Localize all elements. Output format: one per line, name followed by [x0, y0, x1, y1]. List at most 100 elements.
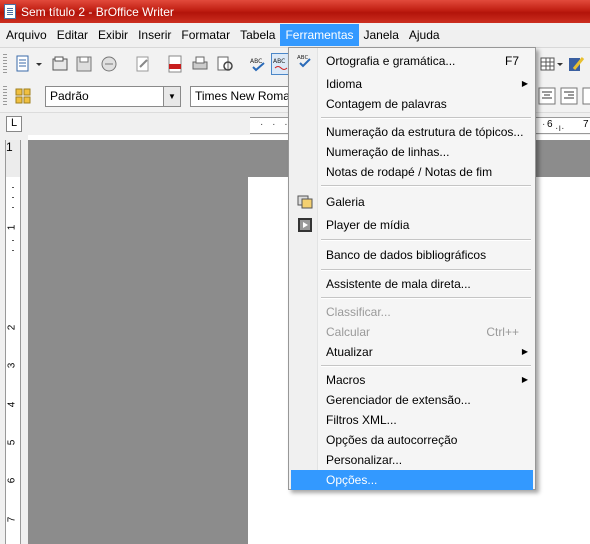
align-right-icon[interactable] — [560, 87, 578, 105]
menu-janela[interactable]: Janela — [359, 24, 404, 46]
menu-item-autocorrect-options[interactable]: Opções da autocorreção — [291, 430, 533, 450]
vertical-ruler-margin: 1 — [5, 140, 21, 177]
menu-item-footnotes-endnotes[interactable]: Notas de rodapé / Notas de fim — [291, 162, 533, 182]
menu-exibir[interactable]: Exibir — [93, 24, 133, 46]
menu-arquivo[interactable]: Arquivo — [1, 24, 52, 46]
menu-item-label: Personalizar... — [326, 453, 403, 467]
table-dropdown-icon[interactable] — [556, 55, 564, 73]
menu-item-label: Notas de rodapé / Notas de fim — [326, 165, 493, 179]
menu-editar[interactable]: Editar — [52, 24, 93, 46]
save-icon[interactable] — [75, 55, 93, 73]
menu-item-label: Numeração da estrutura de tópicos... — [326, 125, 524, 139]
menu-item-label: Opções da autocorreção — [326, 433, 458, 447]
edit-file-icon[interactable] — [134, 55, 152, 73]
menu-item-outline-numbering[interactable]: Numeração da estrutura de tópicos... — [291, 122, 533, 142]
menu-separator — [321, 239, 531, 241]
toolbar-grip-icon[interactable] — [3, 54, 7, 74]
ruler-tick — [12, 187, 14, 188]
menu-item-label: Calcular — [326, 325, 371, 339]
menu-item-label: Ortografia e gramática... — [326, 54, 456, 68]
print-icon[interactable] — [191, 55, 209, 73]
ruler-label: 1 — [6, 224, 18, 231]
ruler-tick — [12, 197, 14, 198]
menu-inserir[interactable]: Inserir — [133, 24, 176, 46]
show-draw-functions-icon[interactable] — [568, 55, 586, 73]
menu-item-gallery[interactable]: Galeria — [291, 192, 533, 212]
menu-separator — [321, 185, 531, 187]
ruler-label: 6 — [6, 477, 18, 484]
menu-item-word-count[interactable]: Contagem de palavras — [291, 94, 533, 114]
menu-item-label: Classificar... — [326, 305, 391, 319]
font-name-combo[interactable]: Times New Roma — [190, 86, 300, 107]
open-icon[interactable] — [51, 55, 69, 73]
submenu-arrow-icon: ▶ — [521, 375, 528, 384]
new-document-icon[interactable] — [14, 55, 32, 73]
ruler-label: 7 — [583, 119, 589, 130]
menu-item-update[interactable]: Atualizar ▶ — [291, 342, 533, 362]
export-pdf-icon[interactable] — [166, 55, 184, 73]
menu-item-customize[interactable]: Personalizar... — [291, 450, 533, 470]
spellcheck-toolbar-icon[interactable]: ABC — [249, 55, 267, 73]
menu-tabela[interactable]: Tabela — [235, 24, 280, 46]
menu-separator — [321, 117, 531, 119]
menu-item-extension-manager[interactable]: Gerenciador de extensão... — [291, 390, 533, 410]
menu-item-label: Filtros XML... — [326, 413, 397, 427]
title-bar: Sem título 2 - BrOffice Writer — [0, 0, 590, 23]
vertical-ruler[interactable]: 1 2 3 4 5 6 7 — [5, 177, 21, 544]
ruler-ticks: ·ı· — [555, 123, 565, 134]
menu-item-shortcut: F7 — [504, 54, 519, 68]
justify-icon[interactable] — [582, 87, 590, 105]
ruler-label: 4 — [6, 401, 18, 408]
menu-item-shortcut: Ctrl++ — [486, 325, 519, 339]
menu-ferramentas[interactable]: Ferramentas — [280, 24, 359, 46]
menu-item-label: Idioma — [326, 77, 363, 91]
menu-separator — [321, 269, 531, 271]
menu-formatar[interactable]: Formatar — [176, 24, 235, 46]
menu-item-label: Galeria — [326, 195, 365, 209]
new-dropdown-icon[interactable] — [35, 55, 43, 73]
menu-item-xml-filters[interactable]: Filtros XML... — [291, 410, 533, 430]
styles-and-formatting-icon[interactable] — [14, 87, 32, 105]
menu-bar: Arquivo Editar Exibir Inserir Formatar T… — [0, 23, 590, 48]
ruler-label: 7 — [6, 516, 18, 523]
align-center-icon[interactable] — [538, 87, 556, 105]
menu-item-media-player[interactable]: Player de mídia — [291, 215, 533, 235]
media-player-icon — [297, 217, 313, 233]
menu-item-calculate[interactable]: Calcular Ctrl++ — [291, 322, 533, 342]
ruler-label: 2 — [6, 324, 18, 331]
menu-item-label: Player de mídia — [326, 218, 410, 232]
ruler-label: 6 — [547, 119, 553, 130]
menu-item-spelling-grammar[interactable]: ABC Ortografia e gramática... F7 — [291, 51, 533, 71]
tools-menu: ABC Ortografia e gramática... F7 Idioma … — [288, 47, 536, 490]
menu-ajuda[interactable]: Ajuda — [404, 24, 445, 46]
menu-item-label: Assistente de mala direta... — [326, 277, 471, 291]
print-preview-icon[interactable] — [216, 55, 234, 73]
svg-text:ABC: ABC — [297, 55, 308, 61]
email-icon[interactable] — [100, 55, 118, 73]
menu-item-options[interactable]: Opções... — [291, 470, 533, 490]
menu-item-mail-merge-wizard[interactable]: Assistente de mala direta... — [291, 274, 533, 294]
menu-item-macros[interactable]: Macros ▶ — [291, 370, 533, 390]
svg-text:ABC: ABC — [273, 58, 285, 65]
ruler-label: 1 — [6, 140, 13, 154]
font-name-value: Times New Roma — [195, 89, 290, 103]
toolbar-grip-icon[interactable] — [3, 86, 7, 106]
menu-item-label: Atualizar — [326, 345, 373, 359]
menu-item-label: Contagem de palavras — [326, 97, 447, 111]
submenu-arrow-icon: ▶ — [521, 79, 528, 88]
menu-item-language[interactable]: Idioma ▶ — [291, 74, 533, 94]
menu-item-line-numbering[interactable]: Numeração de linhas... — [291, 142, 533, 162]
menu-separator — [321, 365, 531, 367]
menu-item-label: Numeração de linhas... — [326, 145, 450, 159]
paragraph-style-combo[interactable]: Padrão ▼ — [45, 86, 181, 107]
svg-text:ABC: ABC — [250, 58, 262, 65]
menu-item-bibliography-database[interactable]: Banco de dados bibliográficos — [291, 245, 533, 265]
ruler-ticks: · · · — [260, 119, 291, 130]
paragraph-style-value: Padrão — [50, 89, 89, 103]
ruler-tick — [12, 240, 14, 241]
chevron-down-icon[interactable]: ▼ — [163, 87, 180, 106]
menu-separator — [321, 297, 531, 299]
tab-stop-selector-icon[interactable]: L — [6, 116, 22, 132]
ruler-label: 3 — [6, 362, 18, 369]
menu-item-sort[interactable]: Classificar... — [291, 302, 533, 322]
